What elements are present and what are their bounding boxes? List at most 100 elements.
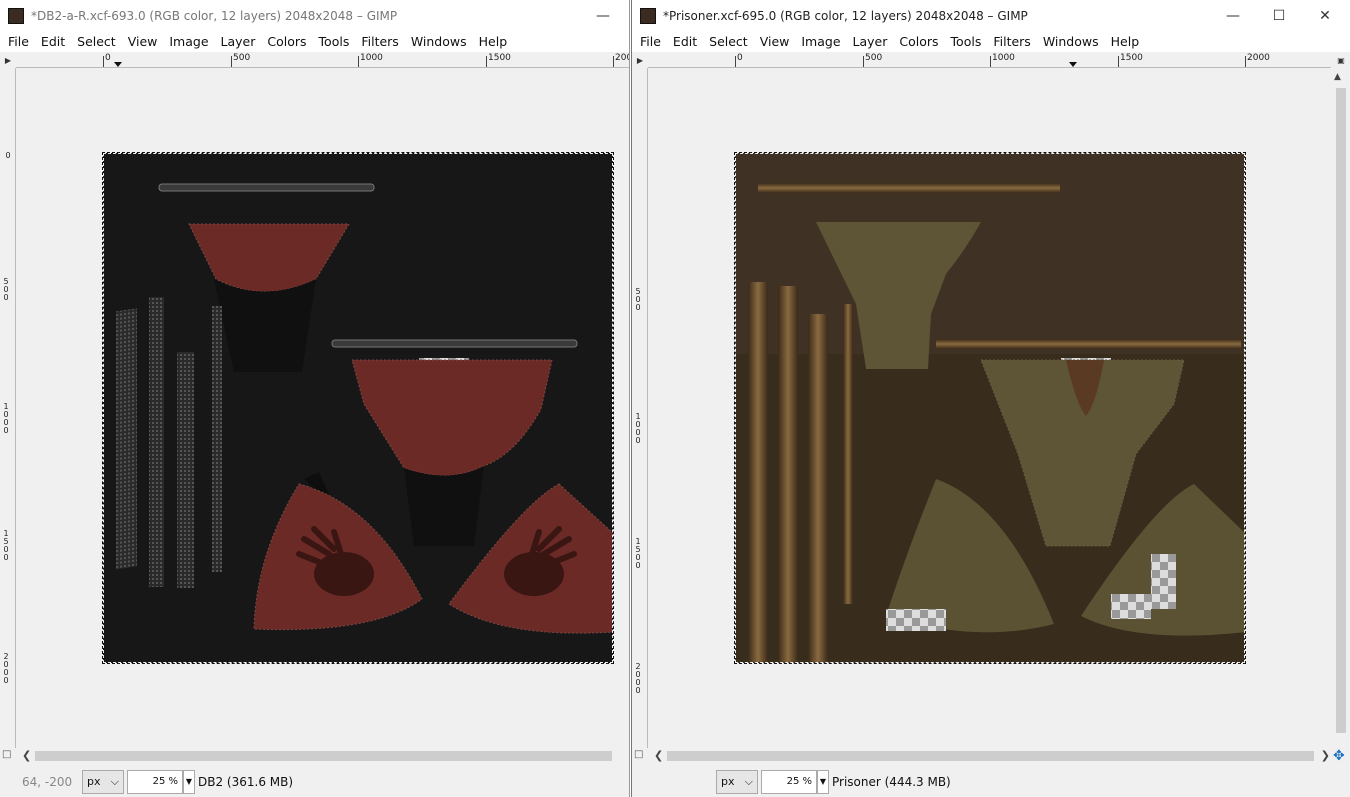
ruler-label: 500: [635, 287, 641, 312]
chevron-down-icon: ▼: [819, 777, 827, 786]
pointer-marker: [1069, 62, 1077, 67]
ruler-label: 2000: [1247, 53, 1270, 63]
unit-value: px: [87, 775, 101, 788]
zoom-dropdown-button[interactable]: ▼: [817, 769, 829, 794]
quick-mask-icon[interactable]: □: [634, 749, 643, 760]
horizontal-scrollbar[interactable]: ❮: [17, 748, 629, 764]
chevron-up-icon[interactable]: ▲: [1334, 72, 1341, 82]
menu-edit[interactable]: Edit: [35, 34, 71, 49]
ruler-label: 500: [233, 53, 251, 63]
zoom-icon: ▣: [1337, 55, 1345, 65]
zoom-input[interactable]: 25 %: [761, 769, 817, 794]
menu-help[interactable]: Help: [473, 34, 514, 49]
chevron-left-icon[interactable]: ❮: [22, 748, 31, 764]
image-info: Prisoner (444.3 MB): [832, 774, 951, 789]
title-bar[interactable]: *DB2-a-R.xcf-693.0 (RGB color, 12 layers…: [0, 0, 629, 31]
menu-bar: File Edit Select View Image Layer Colors…: [0, 31, 629, 52]
chevron-down-icon: ⌵: [110, 774, 119, 788]
menu-image[interactable]: Image: [795, 34, 846, 49]
window-title: *Prisoner.xcf-695.0 (RGB color, 12 layer…: [663, 8, 1028, 23]
zoom-image-button[interactable]: ▣: [1333, 52, 1349, 68]
horizontal-scrollbar[interactable]: ❮ ❯: [649, 748, 1332, 764]
menu-tools[interactable]: Tools: [313, 34, 356, 49]
vertical-scrollbar[interactable]: ▲: [1332, 68, 1350, 748]
ruler-label: 500: [865, 53, 883, 63]
menu-layer[interactable]: Layer: [847, 34, 894, 49]
pointer-coordinates: 64, -200: [22, 774, 73, 789]
scrollbar-track[interactable]: [667, 751, 1314, 761]
scrollbar-track[interactable]: [1336, 88, 1346, 733]
image-info: DB2 (361.6 MB): [198, 774, 294, 789]
gimp-app-icon: [640, 7, 656, 24]
texture-image[interactable]: [734, 152, 1246, 664]
menu-view[interactable]: View: [122, 34, 164, 49]
ruler-label: 1000: [360, 53, 383, 63]
ruler-label: 0: [5, 151, 11, 160]
ruler-label: 1000: [992, 53, 1015, 63]
menu-filters[interactable]: Filters: [987, 34, 1036, 49]
unit-selector[interactable]: px ⌵: [82, 769, 124, 794]
scrollbar-track[interactable]: [35, 751, 612, 761]
unit-value: px: [721, 775, 735, 788]
canvas-area[interactable]: [649, 68, 1332, 748]
minimize-button[interactable]: —: [1210, 0, 1256, 31]
menu-layer[interactable]: Layer: [215, 34, 262, 49]
menu-filters[interactable]: Filters: [355, 34, 404, 49]
menu-tools[interactable]: Tools: [945, 34, 988, 49]
ruler-label: 1500: [635, 537, 641, 570]
chevron-left-icon[interactable]: ❮: [654, 748, 663, 764]
image-menu-button[interactable]: ▶: [632, 52, 648, 68]
ruler-label: 1500: [1120, 53, 1143, 63]
ruler-label: 0: [105, 53, 111, 63]
unit-selector[interactable]: px ⌵: [716, 769, 758, 794]
gimp-app-icon: [8, 7, 24, 24]
title-bar[interactable]: *Prisoner.xcf-695.0 (RGB color, 12 layer…: [632, 0, 1350, 31]
menu-windows[interactable]: Windows: [1037, 34, 1105, 49]
window-title: *DB2-a-R.xcf-693.0 (RGB color, 12 layers…: [31, 8, 398, 23]
ruler-label: 0: [737, 53, 743, 63]
gimp-window-db2: *DB2-a-R.xcf-693.0 (RGB color, 12 layers…: [0, 0, 630, 797]
vertical-ruler[interactable]: 500 1000 1500 2000 0: [632, 68, 648, 748]
gimp-window-prisoner: *Prisoner.xcf-695.0 (RGB color, 12 layer…: [631, 0, 1350, 797]
menu-help[interactable]: Help: [1105, 34, 1146, 49]
canvas-area[interactable]: [17, 68, 629, 748]
ruler-label: 500: [3, 277, 9, 302]
ruler-label: 2000: [615, 53, 629, 63]
menu-windows[interactable]: Windows: [405, 34, 473, 49]
menu-colors[interactable]: Colors: [893, 34, 944, 49]
move-arrows-icon[interactable]: ✥: [1333, 748, 1345, 764]
texture-artwork: [736, 154, 1244, 662]
menu-select[interactable]: Select: [71, 34, 122, 49]
image-menu-button[interactable]: ▶: [0, 52, 16, 68]
zoom-dropdown-button[interactable]: ▼: [183, 769, 195, 794]
chevron-down-icon: ▼: [185, 777, 193, 786]
pointer-marker: [114, 62, 122, 67]
chevron-down-icon: ⌵: [744, 774, 753, 788]
vertical-ruler[interactable]: 0 500 1000 1500 2000: [0, 68, 16, 748]
status-bar: px ⌵ 25 % ▼ Prisoner (444.3 MB): [632, 766, 1350, 797]
menu-select[interactable]: Select: [703, 34, 754, 49]
ruler-label: 1000: [635, 412, 641, 445]
ruler-label: 1000: [3, 402, 9, 435]
menu-view[interactable]: View: [754, 34, 796, 49]
menu-colors[interactable]: Colors: [261, 34, 312, 49]
menu-edit[interactable]: Edit: [667, 34, 703, 49]
maximize-button[interactable]: ☐: [1256, 0, 1302, 31]
menu-file[interactable]: File: [634, 34, 667, 49]
texture-artwork: [104, 154, 612, 662]
minimize-button[interactable]: —: [580, 0, 626, 31]
ruler-label: 1500: [488, 53, 511, 63]
horizontal-ruler[interactable]: 0 500 1000 1500 2000: [16, 52, 629, 68]
quick-mask-icon[interactable]: □: [2, 749, 11, 760]
horizontal-ruler[interactable]: 0 500 1000 1500 2000: [648, 52, 1331, 68]
zoom-input[interactable]: 25 %: [127, 769, 183, 794]
texture-image[interactable]: [102, 152, 614, 664]
ruler-label: 1500: [3, 529, 9, 562]
menu-image[interactable]: Image: [163, 34, 214, 49]
triangle-right-icon: ▶: [4, 55, 12, 65]
menu-bar: File Edit Select View Image Layer Colors…: [632, 31, 1350, 52]
close-button[interactable]: ✕: [1302, 0, 1348, 31]
menu-file[interactable]: File: [2, 34, 35, 49]
chevron-right-icon[interactable]: ❯: [1321, 748, 1330, 764]
ruler-label: 2000: [635, 662, 641, 695]
